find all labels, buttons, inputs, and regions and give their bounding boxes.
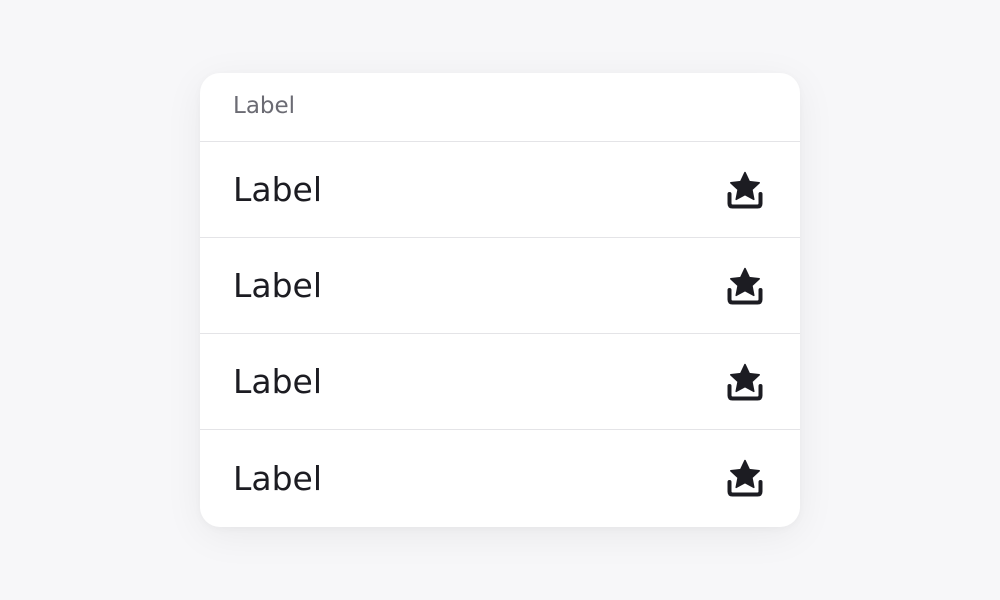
star-inbox-icon[interactable] xyxy=(727,459,763,497)
list-item-label: Label xyxy=(233,458,323,498)
list-item-label: Label xyxy=(233,170,323,209)
star-inbox-icon[interactable] xyxy=(727,171,763,209)
star-inbox-icon[interactable] xyxy=(727,363,763,401)
list-card: Label Label Label Label Label xyxy=(200,73,800,527)
list-header: Label xyxy=(200,73,800,142)
list-item[interactable]: Label xyxy=(200,430,800,526)
page: Label Label Label Label Label xyxy=(0,0,1000,600)
list-item-label: Label xyxy=(233,266,323,305)
list-item[interactable]: Label xyxy=(200,238,800,334)
list-item[interactable]: Label xyxy=(200,142,800,238)
list-item-label: Label xyxy=(233,362,323,401)
list-header-label: Label xyxy=(233,92,296,119)
star-inbox-icon[interactable] xyxy=(727,267,763,305)
list-item[interactable]: Label xyxy=(200,334,800,430)
